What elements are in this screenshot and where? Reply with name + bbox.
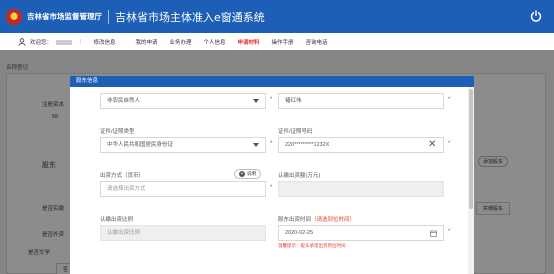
required-mark: * [448,229,451,235]
nav-my-applications[interactable]: 我的申请 [135,38,157,46]
id-number-input[interactable]: 220*********1232X [278,137,444,153]
nav-edit-info[interactable]: 修改信息 [93,38,115,46]
welcome-text: 欢迎您： [30,38,73,46]
calendar-icon[interactable] [430,230,437,237]
description-label: 说明 [247,171,256,176]
subscribed-amount-input [278,181,444,197]
nav-application-materials[interactable]: 申请材料 [238,38,260,46]
required-mark: * [448,141,451,147]
app-header: 吉林省市场监督管理厅 吉林省市场主体准入e窗通系统 [0,0,554,33]
shareholder-modal: 股东信息 非农民自然人 * 褚红伟 * 证件/证照类型 中华人民共和国居民身份证… [70,76,474,274]
username-redacted [56,39,73,45]
required-mark: * [448,97,451,103]
contribution-time-label: 股东出资时间（请选到位时间） [278,217,356,223]
nav-separator: | [80,38,82,45]
id-number-label: 证件/证照号码 [278,129,313,135]
scrollbar-thumb[interactable] [469,89,473,209]
contribution-time-input[interactable]: 2020-02-25 [278,225,444,241]
system-title: 吉林省市场主体准入e窗通系统 [115,10,265,24]
required-mark: * [270,97,273,103]
nav-personal-info[interactable]: 个人信息 [204,38,226,46]
modal-title: 股东信息 [70,76,474,87]
org-name: 吉林省市场监督管理厅 [27,12,102,21]
modal-scrollbar[interactable] [468,87,474,274]
subscribed-ratio-input: 认缴出资比例 [100,225,266,241]
description-button[interactable]: + 说明 [234,169,261,179]
id-type-label: 证件/证照类型 [100,129,135,135]
modal-body: 非农民自然人 * 褚红伟 * 证件/证照类型 中华人民共和国居民身份证 * 证件… [70,87,468,274]
shareholder-name-input[interactable]: 褚红伟 [278,93,444,109]
subscribed-ratio-label: 认缴出资比例 [100,217,134,223]
required-mark: * [270,185,273,191]
required-mark: * [270,141,273,147]
top-nav: 欢迎您： | 修改信息 我的申请 业务办理 个人信息 申请材料 操作手册 咨询电… [0,33,554,50]
id-type-select[interactable]: 中华人民共和国居民身份证 [100,137,266,153]
plus-icon: + [239,171,245,177]
nav-manual[interactable]: 操作手册 [272,38,294,46]
contribution-method-input[interactable]: 请选择出资方式 [100,181,266,197]
shareholder-type-select[interactable]: 非农民自然人 [100,93,266,109]
nav-hotline[interactable]: 咨询电话 [306,38,328,46]
power-icon[interactable] [530,10,542,22]
subscribed-amount-label: 认缴出资额(万元) [278,173,321,179]
user-icon [18,37,26,46]
warm-tip: 温馨提示：股东承诺出资到位时间 [278,243,346,248]
clear-icon[interactable]: ✕ [428,140,436,150]
contribution-time-hint: （请选到位时间） [311,217,356,223]
national-emblem-icon [6,8,22,25]
nav-business[interactable]: 业务办理 [169,38,191,46]
contribution-method-label: 出资方式（货币） [100,173,145,179]
header-divider [108,9,109,24]
